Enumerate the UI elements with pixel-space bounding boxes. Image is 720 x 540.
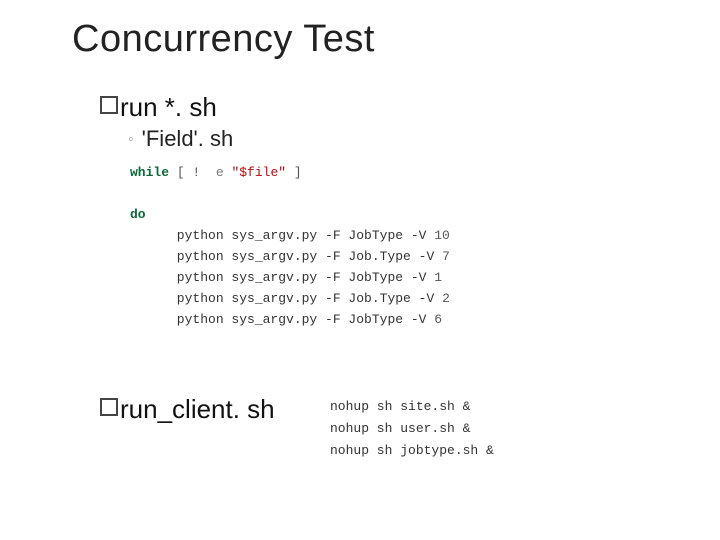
code-line: nohup sh user.sh &	[330, 418, 494, 440]
bullet-run-client-sh: run_client. sh	[100, 394, 275, 425]
bullet-run-sh-label: run *. sh	[120, 92, 217, 122]
bullet-run-client-sh-label: run_client. sh	[120, 394, 275, 424]
code-line	[130, 183, 450, 204]
code-line: python sys_argv.py -F Job.Type -V 2	[130, 288, 450, 309]
circle-bullet-icon: ◦	[128, 131, 134, 148]
code-line: python sys_argv.py -F JobType -V 6	[130, 309, 450, 330]
bullet-run-sh: run *. sh	[100, 92, 217, 123]
square-bullet-icon	[100, 96, 118, 114]
code-line: python sys_argv.py -F Job.Type -V 7	[130, 246, 450, 267]
slide: Concurrency Test run *. sh ◦'Field'. sh …	[0, 0, 720, 540]
code-line: nohup sh site.sh &	[330, 396, 494, 418]
code-line: do	[130, 204, 450, 225]
code-line: while [ ! e "$file" ]	[130, 162, 450, 183]
slide-title: Concurrency Test	[72, 18, 375, 61]
subbullet-field-sh: ◦ 'Field'. sh	[128, 126, 233, 152]
code-block-run-client: nohup sh site.sh &nohup sh user.sh &nohu…	[330, 396, 494, 462]
code-line: python sys_argv.py -F JobType -V 10	[130, 225, 450, 246]
code-block-field-sh: while [ ! e "$file" ] do python sys_argv…	[130, 162, 450, 330]
code-line: nohup sh jobtype.sh &	[330, 440, 494, 462]
subbullet-field-sh-label: 'Field'. sh	[142, 126, 234, 151]
code-line: python sys_argv.py -F JobType -V 1	[130, 267, 450, 288]
square-bullet-icon	[100, 398, 118, 416]
